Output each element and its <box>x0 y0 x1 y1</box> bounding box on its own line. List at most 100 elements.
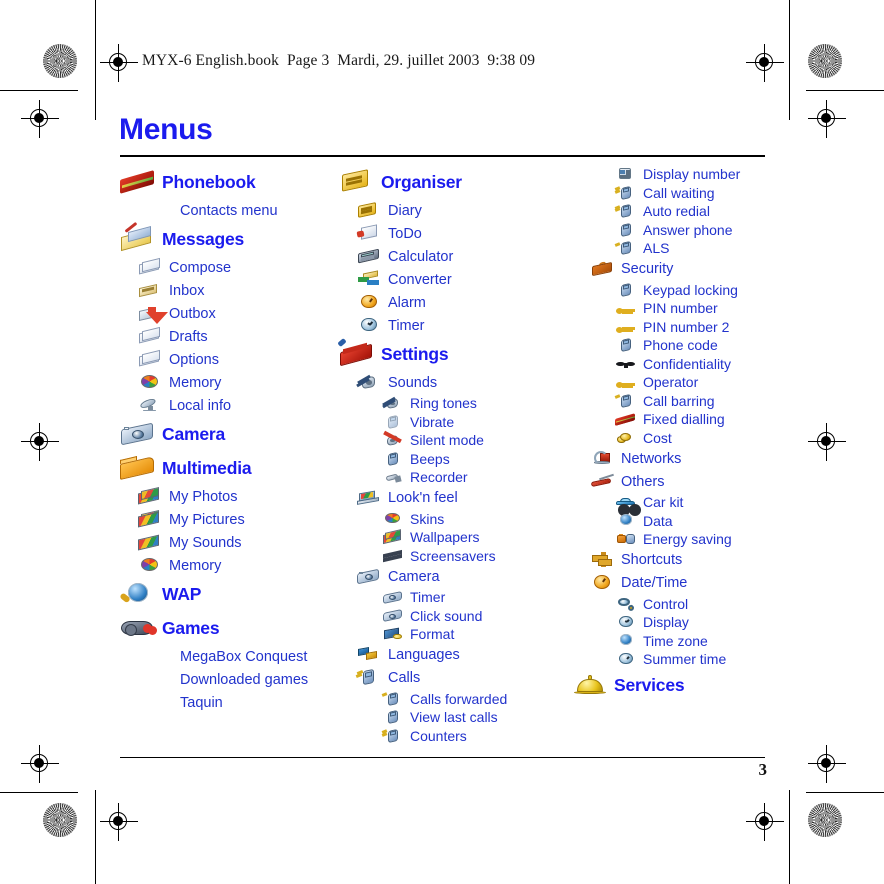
menu-item-vibrate[interactable]: Vibrate <box>337 413 565 432</box>
looknfeel-laptop-icon <box>355 488 383 509</box>
menu-item-diary[interactable]: Diary <box>337 199 565 222</box>
menu-item-compose[interactable]: Compose <box>118 256 336 279</box>
menu-item-services[interactable]: Services <box>570 669 820 703</box>
menu-item-wallpapers[interactable]: Wallpapers <box>337 528 565 547</box>
menu-item-operator[interactable]: Operator <box>570 373 820 392</box>
menu-item-keypad-locking[interactable]: Keypad locking <box>570 281 820 300</box>
menu-item-data[interactable]: Data <box>570 512 820 531</box>
menu-item-recorder[interactable]: Recorder <box>337 468 565 487</box>
menu-item-inbox[interactable]: Inbox <box>118 279 336 302</box>
menu-item-local-info[interactable]: Local info <box>118 394 336 417</box>
display-clock-icon <box>614 614 638 631</box>
menu-item-messages[interactable]: Messages <box>118 222 336 256</box>
menu-item-memory[interactable]: Memory <box>118 371 336 394</box>
menu-item-contacts-menu[interactable]: Contacts menu <box>118 199 336 222</box>
menu-item-display[interactable]: Display <box>570 613 820 632</box>
security-briefcase-icon <box>588 259 616 280</box>
menu-item-calculator[interactable]: Calculator <box>337 245 565 268</box>
menu-item-auto-redial[interactable]: Auto redial <box>570 202 820 221</box>
vibrate-icon <box>381 413 405 430</box>
menu-item-counters[interactable]: Counters <box>337 727 565 746</box>
menu-item-label: PIN number <box>643 300 718 317</box>
services-bell-icon <box>570 671 610 701</box>
menu-item-organiser[interactable]: Organiser <box>337 165 565 199</box>
menu-item-cost[interactable]: Cost <box>570 429 820 448</box>
menu-item-screensavers[interactable]: Screensavers <box>337 547 565 566</box>
menu-item-timer[interactable]: Timer <box>337 314 565 337</box>
menu-item-beeps[interactable]: Beeps <box>337 450 565 469</box>
menu-item-confidentiality[interactable]: Confidentiality <box>570 355 820 374</box>
menu-item-answer-phone[interactable]: Answer phone <box>570 221 820 240</box>
menu-item-click-sound[interactable]: Click sound <box>337 607 565 626</box>
menu-item-multimedia[interactable]: Multimedia <box>118 451 336 485</box>
outbox-icon-part-arh <box>145 312 168 325</box>
menu-item-display-number[interactable]: Display number <box>570 165 820 184</box>
silent-mode-icon <box>381 430 405 449</box>
menu-item-call-barring[interactable]: Call barring <box>570 392 820 411</box>
menu-item-als[interactable]: ALS <box>570 239 820 258</box>
networks-antenna-icon <box>588 448 616 469</box>
menu-item-calls[interactable]: Calls <box>337 667 565 690</box>
menu-item-fixed-dialling[interactable]: Fixed dialling <box>570 410 820 429</box>
menu-item-ring-tones[interactable]: Ring tones <box>337 394 565 413</box>
menu-item-view-last-calls[interactable]: View last calls <box>337 708 565 727</box>
menu-item-camera[interactable]: Camera <box>337 565 565 588</box>
menu-item-outbox[interactable]: Outbox <box>118 302 336 325</box>
menu-item-label: Settings <box>381 343 449 364</box>
menu-item-summer-time[interactable]: Summer time <box>570 650 820 669</box>
menu-item-taquin[interactable]: Taquin <box>118 691 336 714</box>
menu-item-sounds[interactable]: Sounds <box>337 371 565 394</box>
diary-icon <box>355 200 383 221</box>
menu-item-pin-number[interactable]: PIN number <box>570 299 820 318</box>
menu-item-languages[interactable]: Languages <box>337 644 565 667</box>
menu-item-networks[interactable]: Networks <box>570 447 820 470</box>
menu-item-look-n-feel[interactable]: Look'n feel <box>337 487 565 510</box>
menu-item-games[interactable]: Games <box>118 611 336 645</box>
menu-item-silent-mode[interactable]: Silent mode <box>337 430 565 450</box>
menu-item-label: Local info <box>169 397 232 414</box>
menu-item-todo[interactable]: ToDo <box>337 222 565 245</box>
menu-item-alarm[interactable]: Alarm <box>337 291 565 314</box>
menu-item-megabox-conquest[interactable]: MegaBox Conquest <box>118 645 336 668</box>
menu-item-my-sounds[interactable]: My Sounds <box>118 531 336 554</box>
menu-item-label: Services <box>614 675 685 695</box>
menu-item-others[interactable]: Others <box>570 470 820 493</box>
menu-item-my-pictures[interactable]: My Pictures <box>118 508 336 531</box>
todo-icon <box>355 223 383 244</box>
menu-item-converter[interactable]: Converter <box>337 268 565 291</box>
menu-item-security[interactable]: Security <box>570 258 820 281</box>
menu-item-my-photos[interactable]: My Photos <box>118 485 336 508</box>
menu-item-shortcuts[interactable]: Shortcuts <box>570 549 820 572</box>
menu-item-skins[interactable]: Skins <box>337 510 565 529</box>
menu-item-car-kit[interactable]: Car kit <box>570 493 820 517</box>
menu-item-downloaded-games[interactable]: Downloaded games <box>118 668 336 691</box>
menu-item-timer[interactable]: Timer <box>337 588 565 607</box>
calls-icon-part-wv2 <box>355 673 363 679</box>
menu-item-format[interactable]: Format <box>337 625 565 644</box>
menu-item-time-zone[interactable]: Time zone <box>570 632 820 651</box>
games-gamepad-icon <box>118 613 158 643</box>
menu-item-control[interactable]: Control <box>570 595 820 614</box>
menu-item-label: Time zone <box>643 632 708 649</box>
menu-item-drafts[interactable]: Drafts <box>118 325 336 348</box>
menu-item-date-time[interactable]: Date/Time <box>570 572 820 595</box>
menu-item-settings[interactable]: Settings <box>337 337 565 371</box>
menu-item-energy-saving[interactable]: Energy saving <box>570 530 820 549</box>
click-sound-icon <box>381 607 405 624</box>
menu-item-pin-number-2[interactable]: PIN number 2 <box>570 318 820 337</box>
my-sounds-icon-part-f <box>138 534 160 550</box>
menu-item-wap[interactable]: WAP <box>118 577 336 611</box>
menu-item-camera[interactable]: Camera <box>118 417 336 451</box>
menu-item-calls-forwarded[interactable]: Calls forwarded <box>337 690 565 709</box>
menu-item-label: Keypad locking <box>643 281 738 298</box>
menu-item-label: Multimedia <box>162 457 252 478</box>
menu-item-options[interactable]: Options <box>118 348 336 371</box>
menu-item-call-waiting[interactable]: Call waiting <box>570 184 820 203</box>
menu-item-label: Memory <box>169 374 222 391</box>
menu-item-label: Contacts menu <box>180 202 278 219</box>
menu-item-label: Networks <box>621 450 682 467</box>
menu-item-phone-code[interactable]: Phone code <box>570 336 820 355</box>
display-number-id-icon-part-l3 <box>620 174 631 178</box>
menu-item-phonebook[interactable]: Phonebook <box>118 165 336 199</box>
menu-item-memory[interactable]: Memory <box>118 554 336 577</box>
